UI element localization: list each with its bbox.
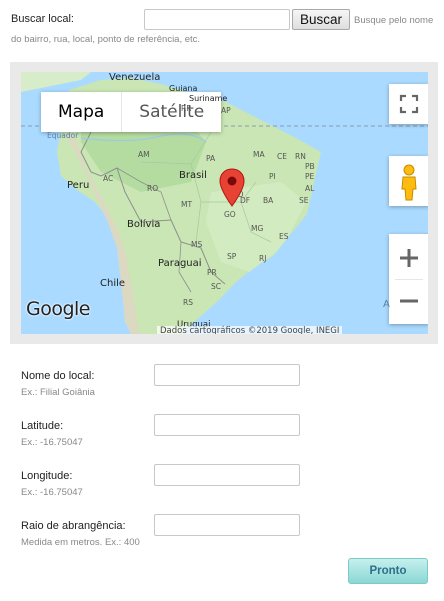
map-label-equador: Equador	[47, 131, 79, 140]
submit-button[interactable]: Pronto	[348, 558, 428, 584]
map-label-peru: Peru	[67, 180, 90, 191]
map-state-es: ES	[279, 232, 289, 241]
map-canvas[interactable]: Mapa Satélite Venezuela Guiana Suriname …	[21, 72, 428, 334]
map-state-sc: SC	[211, 282, 221, 291]
search-hint-line2: do bairro, rua, local, ponto de referênc…	[11, 34, 201, 45]
latitude-input[interactable]	[154, 414, 300, 436]
latitude-hint: Ex.: -16.75047	[21, 437, 83, 448]
name-label: Nome do local:	[21, 370, 95, 382]
map-state-sp: SP	[227, 252, 237, 261]
radius-input[interactable]	[154, 514, 300, 536]
map-type-mapa[interactable]: Mapa	[41, 92, 122, 132]
name-input[interactable]	[154, 364, 300, 386]
zoom-control	[389, 234, 428, 324]
map-state-al: AL	[305, 184, 315, 193]
map-label-paraguai: Paraguai	[158, 258, 202, 269]
map-state-rs: RS	[183, 298, 193, 307]
map-state-ro: RO	[147, 184, 159, 193]
map-state-go: GO	[224, 210, 236, 219]
map-state-mt: MT	[181, 200, 193, 209]
map-state-ap: AP	[221, 106, 231, 115]
search-input[interactable]	[144, 9, 290, 30]
fullscreen-button[interactable]	[389, 84, 428, 124]
map-edge-text: A	[383, 299, 390, 310]
longitude-input[interactable]	[154, 464, 300, 486]
map-state-pb: PB	[305, 162, 315, 171]
radius-hint: Medida em metros. Ex.: 400	[21, 537, 140, 548]
pegman-icon	[401, 164, 417, 201]
map-state-am: AM	[138, 150, 150, 159]
search-label: Buscar local:	[11, 13, 74, 25]
radius-label: Raio de abrangência:	[21, 520, 126, 532]
map-label-brasil: Brasil	[179, 170, 207, 181]
search-button[interactable]: Buscar	[292, 9, 350, 30]
map-label-chile: Chile	[100, 278, 126, 289]
google-logo: Google	[26, 298, 91, 320]
name-hint: Ex.: Filial Goiânia	[21, 387, 95, 398]
map-state-rr: RR	[181, 104, 192, 113]
map-state-se: SE	[299, 196, 309, 205]
zoom-out-button[interactable]	[389, 279, 428, 324]
map-state-pi: PI	[269, 172, 276, 181]
map-state-rj: RJ	[259, 254, 267, 263]
fullscreen-icon	[399, 94, 419, 114]
map-state-pa: PA	[206, 154, 216, 163]
location-marker-icon[interactable]	[219, 168, 245, 208]
map-state-rn: RN	[295, 152, 306, 161]
map-state-pr: PR	[207, 268, 217, 277]
longitude-label: Longitude:	[21, 470, 73, 482]
map-state-pe: PE	[305, 172, 315, 181]
latitude-label: Latitude:	[21, 420, 64, 432]
map-state-ma: MA	[253, 150, 265, 159]
map-state-ac: AC	[103, 174, 114, 183]
map-state-ms: MS	[191, 240, 203, 249]
map-label-guiana: Guiana	[169, 84, 198, 93]
map-state-mg: MG	[251, 224, 264, 233]
street-view-button[interactable]	[389, 156, 428, 206]
map-label-venezuela: Venezuela	[109, 72, 161, 83]
map-state-ba: BA	[263, 196, 274, 205]
map-attribution[interactable]: Dados cartográficos ©2019 Google, INEGI	[157, 326, 343, 334]
zoom-in-button[interactable]	[389, 234, 428, 279]
map-state-ce: CE	[277, 152, 287, 161]
map-label-bolivia: Bolívia	[127, 219, 161, 230]
search-hint-line1: Busque pelo nome	[354, 15, 434, 26]
map-label-suriname: Suriname	[189, 94, 228, 103]
longitude-hint: Ex.: -16.75047	[21, 487, 83, 498]
